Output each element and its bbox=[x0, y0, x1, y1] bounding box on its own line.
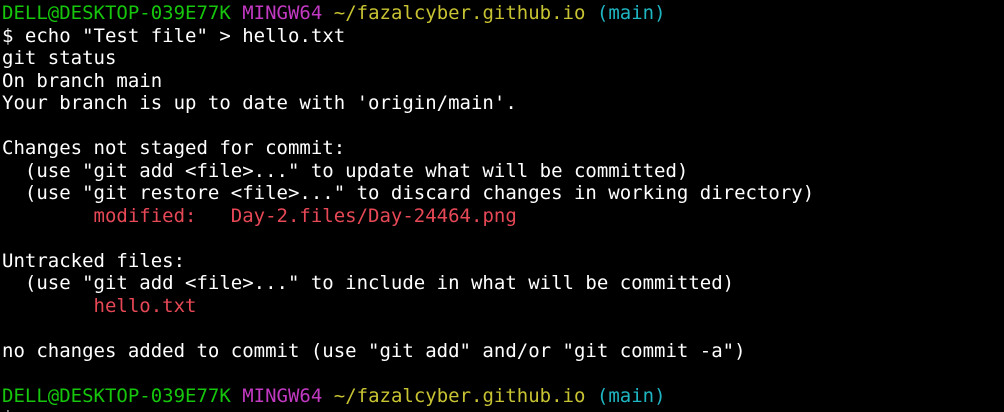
modified-label: modified: bbox=[2, 204, 231, 227]
prompt-shell: MINGW64 bbox=[242, 384, 323, 407]
untracked-file: hello.txt bbox=[93, 294, 197, 317]
output-git-status: git status bbox=[2, 47, 117, 69]
output-summary: no changes added to commit (use "git add… bbox=[2, 339, 746, 362]
output-on-branch: On branch main bbox=[2, 69, 163, 92]
prompt-path: ~/fazalcyber.github.io bbox=[333, 384, 586, 407]
output-up-to-date: Your branch is up to date with 'origin/m… bbox=[2, 92, 517, 114]
prompt-user-host: DELL@DESKTOP-039E77K bbox=[2, 384, 231, 407]
output-untracked-line: hello.txt bbox=[2, 295, 1002, 318]
prompt-branch: (main) bbox=[596, 384, 666, 407]
output-untracked-header: Untracked files: bbox=[2, 249, 186, 272]
modified-file: Day-2.files/Day-24464.png bbox=[230, 204, 517, 227]
prompt-branch: (main) bbox=[596, 2, 666, 24]
command-line: $ echo "Test file" > hello.txt bbox=[2, 25, 1002, 48]
untracked-indent bbox=[2, 295, 94, 317]
output-modified-line: modified: Day-2.files/Day-24464.png bbox=[2, 205, 1002, 228]
prompt-symbol: $ bbox=[2, 24, 14, 47]
output-hint-restore: (use "git restore <file>..." to discard … bbox=[2, 182, 815, 204]
output-hint-add: (use "git add <file>..." to update what … bbox=[2, 159, 689, 182]
prompt-symbol: $ bbox=[2, 407, 13, 412]
prompt-line-2: DELL@DESKTOP-039E77K MINGW64 ~/fazalcybe… bbox=[2, 385, 1002, 408]
output-changes-header: Changes not staged for commit: bbox=[2, 137, 346, 159]
prompt-line-1: DELL@DESKTOP-039E77K MINGW64 ~/fazalcybe… bbox=[2, 2, 1002, 25]
output-hint-include: (use "git add <file>..." to include in w… bbox=[2, 272, 735, 294]
prompt-user-host: DELL@DESKTOP-039E77K bbox=[2, 2, 231, 24]
command-text: echo "Test file" > hello.txt bbox=[24, 24, 346, 47]
input-line[interactable]: $ bbox=[2, 407, 1002, 412]
prompt-path: ~/fazalcyber.github.io bbox=[333, 2, 586, 24]
terminal-window[interactable]: DELL@DESKTOP-039E77K MINGW64 ~/fazalcybe… bbox=[2, 2, 1002, 412]
prompt-shell: MINGW64 bbox=[242, 2, 323, 24]
